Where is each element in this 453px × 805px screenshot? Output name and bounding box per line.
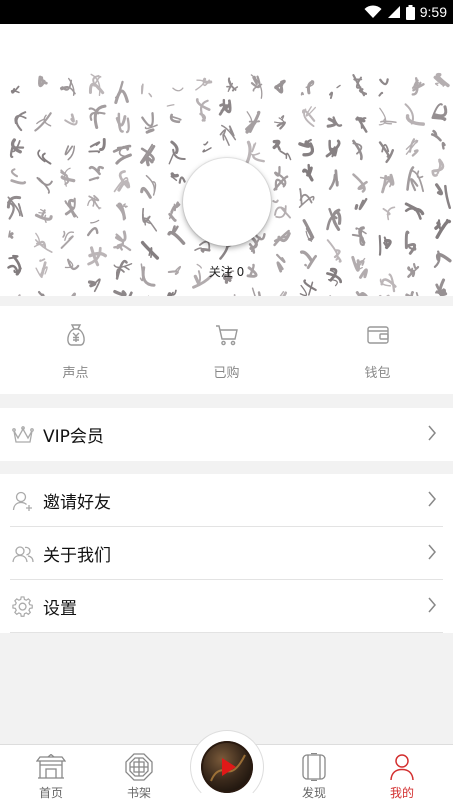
settings-label: 设置	[43, 599, 77, 619]
quick-menu: 声点 已购 钱包	[0, 306, 453, 394]
pavilion-icon	[36, 753, 66, 781]
settings-menu: 邀请好友 关于我们 设置	[0, 474, 453, 633]
quick-item-label: 已购	[213, 366, 240, 381]
nav-bookshelf[interactable]: 书架	[99, 745, 179, 805]
quick-item-label: 声点	[62, 366, 89, 381]
battery-icon	[405, 4, 415, 20]
chevron-right-icon	[427, 597, 437, 617]
invite-friends-row[interactable]: 邀请好友	[0, 474, 453, 527]
lattice-window-icon	[125, 753, 153, 781]
quick-item-label: 钱包	[364, 366, 391, 381]
play-icon	[201, 741, 253, 793]
chevron-right-icon	[427, 425, 437, 445]
vip-row[interactable]: VIP会员	[0, 408, 453, 461]
clock-time: 9:59	[419, 4, 447, 20]
about-us-label: 关于我们	[43, 546, 111, 566]
gear-icon	[12, 595, 34, 618]
lantern-icon	[301, 753, 327, 781]
nav-label: 我的	[389, 786, 414, 800]
about-us-row[interactable]: 关于我们	[0, 527, 453, 580]
nav-mine[interactable]: 我的	[362, 745, 442, 805]
header-space	[0, 24, 453, 70]
chevron-right-icon	[427, 491, 437, 511]
nav-label: 发现	[301, 786, 326, 800]
nav-label: 首页	[38, 786, 63, 800]
now-playing-button[interactable]	[201, 741, 253, 793]
crown-icon	[12, 424, 34, 446]
user-icon	[389, 753, 415, 781]
wifi-icon	[364, 5, 382, 19]
coin-bag-icon	[63, 322, 89, 352]
follow-count[interactable]: 关注 0	[0, 263, 453, 280]
avatar[interactable]	[183, 158, 271, 246]
nav-discover[interactable]: 发现	[274, 745, 354, 805]
nav-label: 书架	[126, 786, 151, 800]
profile-banner: 关注 0	[0, 70, 453, 296]
vip-section: VIP会员	[0, 408, 453, 461]
group-users-icon	[12, 543, 34, 565]
vip-label: VIP会员	[43, 427, 104, 447]
quick-item-wallet[interactable]: 钱包	[302, 306, 453, 394]
status-bar: 9:59	[0, 0, 453, 24]
add-user-icon	[12, 490, 34, 512]
wallet-icon	[365, 322, 391, 352]
quick-item-points[interactable]: 声点	[0, 306, 151, 394]
cart-icon	[214, 322, 240, 352]
settings-row[interactable]: 设置	[0, 580, 453, 633]
cell-signal-icon	[387, 5, 401, 19]
quick-item-purchased[interactable]: 已购	[151, 306, 302, 394]
invite-friends-label: 邀请好友	[43, 493, 111, 513]
chevron-right-icon	[427, 544, 437, 564]
nav-home[interactable]: 首页	[11, 745, 91, 805]
